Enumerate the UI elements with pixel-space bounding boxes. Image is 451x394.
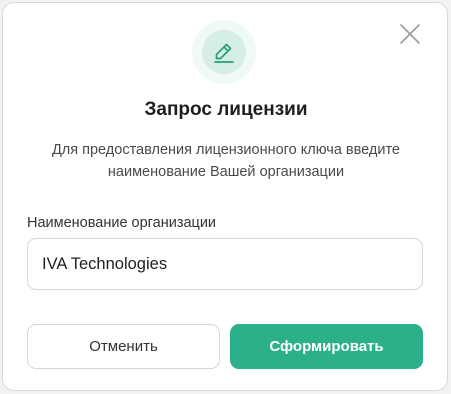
close-icon[interactable] bbox=[397, 21, 423, 47]
license-request-dialog: Запрос лицензии Для предоставления лицен… bbox=[2, 2, 448, 391]
organization-label: Наименование организации bbox=[27, 215, 217, 231]
header-icon-circle bbox=[202, 30, 246, 74]
pencil-icon bbox=[214, 43, 234, 63]
dialog-title: Запрос лицензии bbox=[144, 99, 308, 120]
header-icon-badge bbox=[192, 20, 256, 84]
submit-button[interactable]: Сформировать bbox=[230, 324, 423, 369]
organization-input[interactable] bbox=[27, 238, 423, 290]
dialog-description: Для предоставления лицензионного ключа в… bbox=[51, 142, 400, 180]
cancel-button[interactable]: Отменить bbox=[27, 324, 220, 369]
